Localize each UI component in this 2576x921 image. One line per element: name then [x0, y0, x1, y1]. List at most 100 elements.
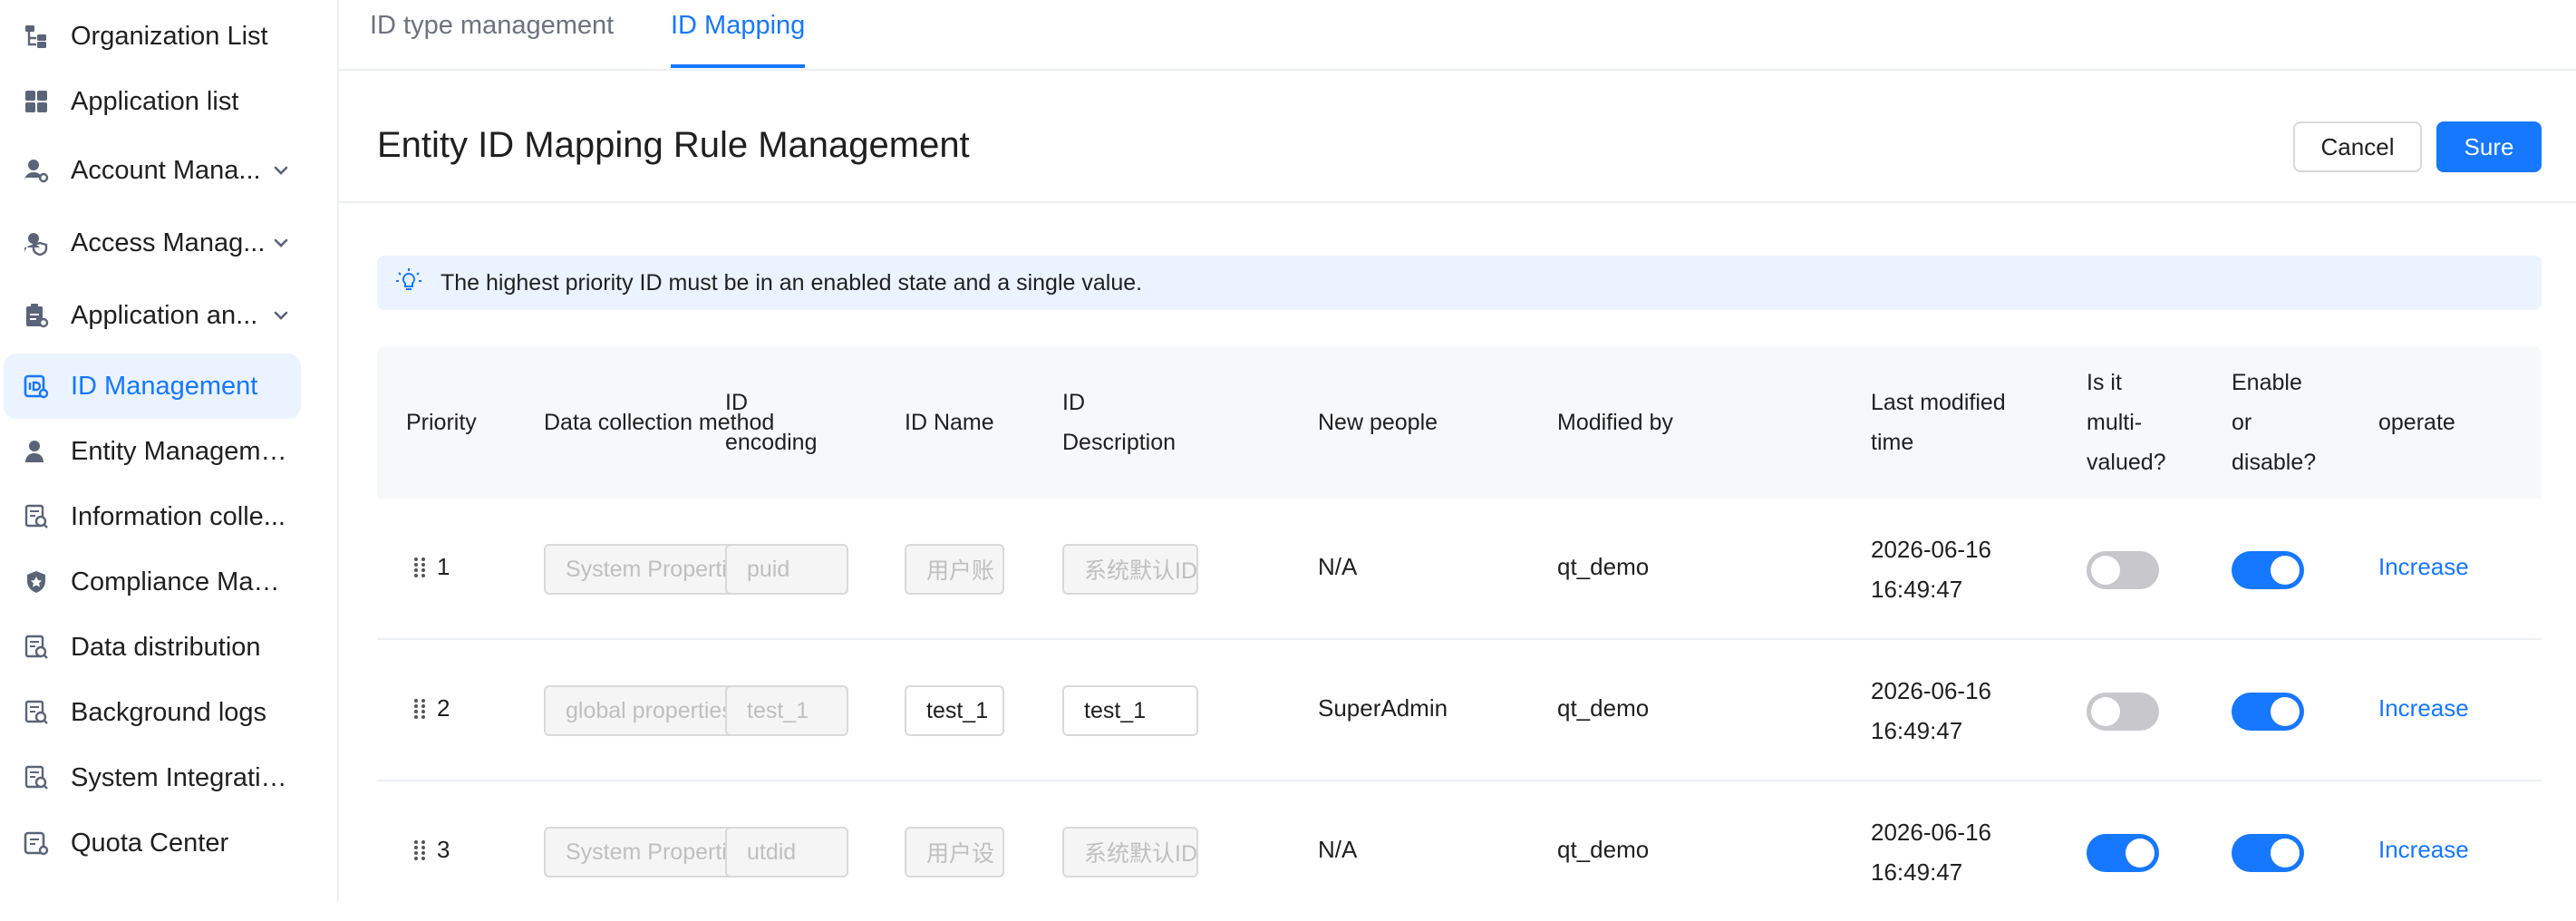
column-header-line: Is it: [2087, 370, 2122, 395]
sure-button[interactable]: Sure: [2436, 121, 2542, 172]
date-value: 2026-06-16: [1871, 677, 1991, 704]
table-header: Priority Data collection method ID encod…: [377, 346, 2542, 499]
drag-handle-icon[interactable]: [413, 839, 426, 861]
chevron-down-icon: [274, 311, 288, 320]
sidebar-item-id-management[interactable]: ID Management: [4, 354, 301, 419]
app: Organization List Application list Accou…: [0, 0, 2576, 901]
enable-toggle[interactable]: [2232, 693, 2304, 731]
column-header-id-name: ID Name: [905, 410, 994, 435]
sidebar-item-label: ID Management: [71, 371, 258, 401]
sidebar-item-label: Information colle...: [71, 501, 286, 531]
column-header-modified-by: Modified by: [1557, 410, 1673, 435]
id-description-field[interactable]: 系统默认ID: [1062, 544, 1198, 595]
sidebar-item-data-distribution[interactable]: Data distribution: [4, 615, 301, 680]
sidebar-item-label: Organization List: [71, 21, 268, 51]
enable-toggle[interactable]: [2232, 834, 2304, 872]
lightbulb-icon: [395, 267, 422, 299]
table-row: 3 System Properties utdid 用户设 系统默认ID N/A…: [377, 781, 2542, 921]
sidebar-item-entity-management[interactable]: Entity Management: [4, 419, 301, 484]
clock-value: 16:49:47: [1871, 717, 1963, 744]
sidebar-item-application-list[interactable]: Application list: [4, 69, 301, 134]
column-header-line: multi-: [2087, 410, 2143, 435]
multi-valued-toggle[interactable]: [2087, 834, 2159, 872]
sidebar-item-background-logs[interactable]: Background logs: [4, 680, 301, 745]
active-tab-indicator: [671, 64, 805, 68]
clock-value: 16:49:47: [1871, 858, 1963, 886]
priority-value: 1: [437, 553, 450, 580]
sidebar-item-account-management[interactable]: Account Mana...: [4, 138, 301, 203]
person-icon: [22, 437, 51, 466]
sidebar-item-label: Entity Management: [71, 436, 288, 466]
doc-search-icon: [22, 763, 51, 792]
shield-icon: [22, 567, 51, 596]
modified-by-value: qt_demo: [1557, 694, 1650, 722]
sidebar-item-organization-list[interactable]: Organization List: [4, 4, 301, 69]
modified-by-value: qt_demo: [1557, 836, 1650, 863]
sidebar-item-system-integration[interactable]: System Integration: [4, 745, 301, 810]
last-modified-time: 2026-06-16 16:49:47: [1871, 671, 1991, 751]
id-name-field[interactable]: test_1: [905, 685, 1004, 736]
sidebar-item-label: Application an...: [71, 300, 258, 330]
column-header-line: disable?: [2232, 450, 2317, 475]
column-header-encoding: ID encoding: [725, 383, 817, 462]
page-title: Entity ID Mapping Rule Management: [377, 125, 970, 165]
date-value: 2026-06-16: [1871, 536, 1991, 563]
sidebar-item-access-management[interactable]: Access Manag...: [4, 210, 301, 276]
column-header-line: valued?: [2087, 450, 2166, 475]
chevron-down-icon: [274, 166, 288, 175]
clipboard-icon: [22, 301, 51, 330]
clock-value: 16:49:47: [1871, 576, 1963, 603]
increase-link[interactable]: Increase: [2378, 836, 2469, 864]
sidebar-item-application-and[interactable]: Application an...: [4, 283, 301, 348]
doc-search-icon: [22, 698, 51, 727]
sidebar-item-quota-center[interactable]: Quota Center: [4, 810, 301, 876]
last-modified-time: 2026-06-16 16:49:47: [1871, 529, 1991, 609]
sidebar-item-label: Data distribution: [71, 632, 261, 662]
select-value: System Properties: [566, 556, 751, 582]
doc-search-icon: [22, 502, 51, 531]
last-modified-time: 2026-06-16 16:49:47: [1871, 812, 1991, 892]
id-description-field[interactable]: test_1: [1062, 685, 1198, 736]
column-header-line: Last modified: [1871, 390, 2006, 415]
tab-id-mapping[interactable]: ID Mapping: [671, 11, 805, 41]
column-header-enable: Enable or disable?: [2232, 363, 2316, 482]
id-encoding-field[interactable]: utdid: [725, 827, 848, 877]
column-header-priority: Priority: [406, 410, 477, 435]
id-name-field[interactable]: 用户账: [905, 544, 1004, 595]
multi-valued-toggle[interactable]: [2087, 693, 2159, 731]
column-header-last-modified: Last modified time: [1871, 383, 2006, 462]
table-row: 2 global properties test_1 test_1 test_1…: [377, 640, 2542, 781]
org-tree-icon: [22, 22, 51, 51]
doc-search-icon: [22, 633, 51, 662]
id-name-field[interactable]: 用户设: [905, 827, 1004, 877]
column-header-line: time: [1871, 430, 1914, 455]
grid-icon: [22, 87, 51, 116]
id-description-field[interactable]: 系统默认ID: [1062, 827, 1198, 877]
cancel-button[interactable]: Cancel: [2293, 121, 2422, 172]
column-header-description: ID Description: [1062, 383, 1176, 462]
sidebar-item-label: Access Manag...: [71, 228, 266, 257]
drag-handle-icon[interactable]: [413, 698, 426, 720]
column-header-new-people: New people: [1318, 410, 1438, 435]
sidebar-item-label: Application list: [71, 86, 239, 116]
column-header-line: ID: [1062, 390, 1085, 415]
id-encoding-field[interactable]: puid: [725, 544, 848, 595]
multi-valued-toggle[interactable]: [2087, 551, 2159, 589]
increase-link[interactable]: Increase: [2378, 694, 2469, 722]
sidebar-item-label: Compliance Man...: [71, 567, 288, 596]
sidebar: Organization List Application list Accou…: [0, 0, 339, 901]
table-row: 1 System Properties puid 用户账 系统默认ID N/A …: [377, 499, 2542, 640]
sidebar-item-information-collection[interactable]: Information colle...: [4, 484, 301, 549]
sidebar-item-compliance-management[interactable]: Compliance Man...: [4, 549, 301, 615]
column-header-multi-valued: Is it multi- valued?: [2087, 363, 2166, 482]
id-encoding-field[interactable]: test_1: [725, 685, 848, 736]
column-header-operate: operate: [2378, 410, 2455, 435]
priority-value: 2: [437, 694, 450, 722]
increase-link[interactable]: Increase: [2378, 553, 2469, 581]
enable-toggle[interactable]: [2232, 551, 2304, 589]
user-shield-icon: [22, 228, 51, 257]
tab-id-type-management[interactable]: ID type management: [370, 11, 614, 41]
drag-handle-icon[interactable]: [413, 557, 426, 578]
new-people-value: N/A: [1318, 836, 1358, 863]
sidebar-item-label: Account Mana...: [71, 155, 261, 185]
